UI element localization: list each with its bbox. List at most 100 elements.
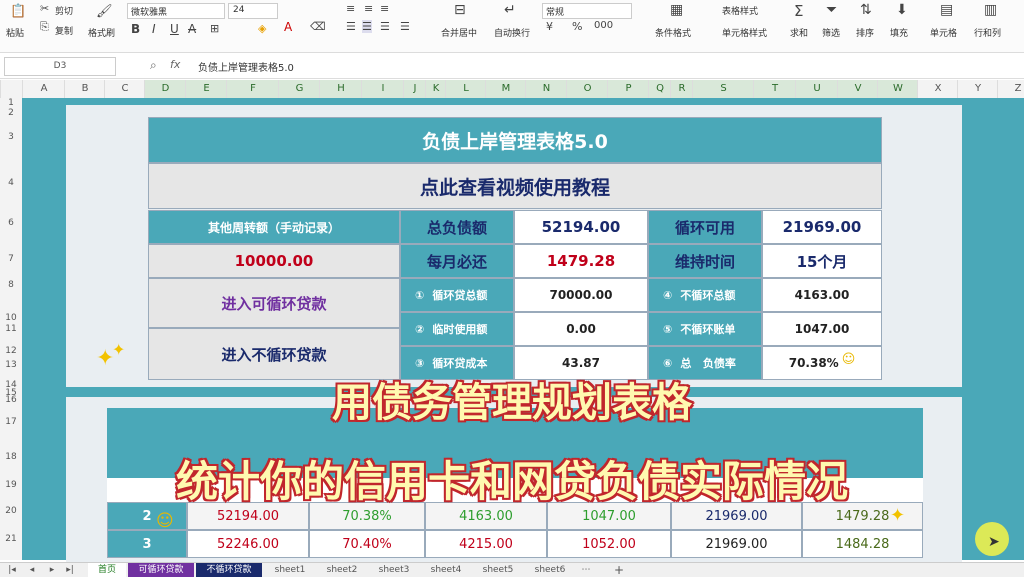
- sort-button[interactable]: 排序: [856, 26, 874, 39]
- font-color-icon[interactable]: A: [284, 20, 292, 34]
- copy-button[interactable]: 复制: [55, 24, 73, 37]
- more-sheets-icon[interactable]: ⋯: [580, 563, 592, 577]
- enter-revolving-loan-button[interactable]: 进入可循环贷款: [148, 278, 400, 328]
- copy-icon[interactable]: ⎘: [40, 20, 49, 34]
- column-header-i[interactable]: I: [361, 80, 404, 98]
- tab-sheet1[interactable]: sheet1: [268, 563, 312, 577]
- dashboard-title[interactable]: 负债上岸管理表格5.0: [148, 117, 882, 163]
- column-header-y[interactable]: Y: [957, 80, 998, 98]
- tab-sheet3[interactable]: sheet3: [372, 563, 416, 577]
- other-turnover-value[interactable]: 10000.00: [148, 244, 400, 278]
- zoom-icon[interactable]: ⌕: [150, 58, 157, 73]
- format-painter-button[interactable]: 格式刷: [88, 26, 115, 39]
- column-header-e[interactable]: E: [185, 80, 227, 98]
- border-icon[interactable]: ⊞: [210, 22, 219, 35]
- row-header-6[interactable]: 6: [0, 218, 22, 228]
- tab-sheet4[interactable]: sheet4: [424, 563, 468, 577]
- add-sheet-icon[interactable]: +: [612, 563, 626, 577]
- cell-icon[interactable]: ▤: [940, 2, 953, 18]
- align-left-icon[interactable]: ☰: [346, 20, 356, 33]
- row-header-10[interactable]: 10: [0, 313, 22, 323]
- sum-button[interactable]: 求和: [790, 26, 808, 39]
- merge-icon[interactable]: ⊟: [454, 2, 466, 18]
- underline-icon[interactable]: U: [170, 22, 179, 36]
- paste-button[interactable]: 粘贴: [6, 26, 24, 39]
- column-header-j[interactable]: J: [403, 80, 426, 98]
- row-header-8[interactable]: 8: [0, 280, 22, 290]
- row-header-4[interactable]: 4: [0, 178, 22, 188]
- table-style-button[interactable]: 表格样式: [722, 4, 758, 17]
- justify-icon[interactable]: ☰: [400, 20, 410, 33]
- strikethrough-icon[interactable]: A: [188, 22, 196, 36]
- cell-button[interactable]: 单元格: [930, 26, 957, 39]
- row-header-13[interactable]: 13: [0, 360, 22, 370]
- conditional-format-icon[interactable]: ▦: [670, 2, 683, 18]
- percent-icon[interactable]: %: [572, 20, 582, 33]
- column-header-n[interactable]: N: [525, 80, 567, 98]
- sum-icon[interactable]: Σ: [794, 2, 803, 20]
- column-header-p[interactable]: P: [607, 80, 649, 98]
- align-bottom-icon[interactable]: ≡: [380, 2, 389, 15]
- row-header-11[interactable]: 11: [0, 324, 22, 334]
- currency-icon[interactable]: ¥: [546, 20, 553, 33]
- tab-sheet2[interactable]: sheet2: [320, 563, 364, 577]
- next-sheet-icon[interactable]: ▸: [46, 563, 58, 577]
- column-header-f[interactable]: F: [226, 80, 279, 98]
- row-header-21[interactable]: 21: [0, 534, 22, 544]
- column-header-v[interactable]: V: [837, 80, 878, 98]
- column-header-m[interactable]: M: [485, 80, 526, 98]
- tab-home[interactable]: 首页: [88, 563, 126, 577]
- row-header-1[interactable]: 1: [0, 98, 22, 108]
- column-header-q[interactable]: Q: [648, 80, 671, 98]
- font-name-select[interactable]: 微软雅黑: [127, 3, 225, 19]
- eraser-icon[interactable]: ⌫: [310, 20, 326, 33]
- cut-button[interactable]: 剪切: [55, 4, 73, 17]
- tab-sheet6[interactable]: sheet6: [528, 563, 572, 577]
- wrap-icon[interactable]: ↵: [504, 2, 516, 18]
- column-header-a[interactable]: A: [22, 80, 65, 98]
- column-header-w[interactable]: W: [877, 80, 918, 98]
- fill-color-icon[interactable]: ◈: [258, 22, 266, 35]
- bold-icon[interactable]: B: [131, 22, 140, 36]
- cell-style-button[interactable]: 单元格样式: [722, 26, 767, 39]
- thousands-icon[interactable]: 000: [594, 20, 613, 31]
- column-header-d[interactable]: D: [144, 80, 186, 98]
- scissors-icon[interactable]: ✂: [40, 2, 49, 15]
- fill-icon[interactable]: ⬇: [896, 2, 908, 18]
- column-header-u[interactable]: U: [795, 80, 838, 98]
- column-header-r[interactable]: R: [670, 80, 693, 98]
- last-sheet-icon[interactable]: ▸|: [64, 563, 76, 577]
- paste-icon[interactable]: 📋: [10, 4, 26, 19]
- row-col-button[interactable]: 行和列: [974, 26, 1001, 39]
- column-header-g[interactable]: G: [278, 80, 320, 98]
- brush-icon[interactable]: 🖌: [96, 4, 113, 19]
- row-header-12[interactable]: 12: [0, 346, 22, 356]
- row-col-icon[interactable]: ▥: [984, 2, 997, 18]
- filter-icon[interactable]: ⏷: [826, 2, 837, 18]
- row-header-2[interactable]: 2: [0, 108, 22, 118]
- prev-sheet-icon[interactable]: ◂: [26, 563, 38, 577]
- filter-button[interactable]: 筛选: [822, 26, 840, 39]
- align-top-icon[interactable]: ≡: [346, 2, 355, 15]
- tab-revolving[interactable]: 可循环贷款: [128, 563, 194, 577]
- number-format-select[interactable]: 常规: [542, 3, 632, 19]
- first-sheet-icon[interactable]: |◂: [6, 563, 18, 577]
- align-right-icon[interactable]: ☰: [380, 20, 390, 33]
- column-header-x[interactable]: X: [917, 80, 958, 98]
- align-center-icon[interactable]: ☰: [362, 20, 372, 33]
- column-header-t[interactable]: T: [753, 80, 796, 98]
- function-icon[interactable]: fx: [170, 58, 180, 71]
- video-tutorial-link[interactable]: 点此查看视频使用教程: [148, 163, 882, 209]
- tab-sheet5[interactable]: sheet5: [476, 563, 520, 577]
- fill-button[interactable]: 填充: [890, 26, 908, 39]
- conditional-format-button[interactable]: 条件格式: [655, 26, 691, 39]
- row-header-7[interactable]: 7: [0, 254, 22, 264]
- select-all-corner[interactable]: [0, 80, 23, 98]
- column-header-h[interactable]: H: [319, 80, 362, 98]
- wrap-text-button[interactable]: 自动换行: [494, 26, 530, 39]
- column-header-l[interactable]: L: [445, 80, 486, 98]
- italic-icon[interactable]: I: [152, 22, 156, 36]
- tab-nonrevolving[interactable]: 不循环贷款: [196, 563, 262, 577]
- font-size-select[interactable]: 24: [228, 3, 278, 19]
- formula-input[interactable]: 负债上岸管理表格5.0: [198, 59, 294, 74]
